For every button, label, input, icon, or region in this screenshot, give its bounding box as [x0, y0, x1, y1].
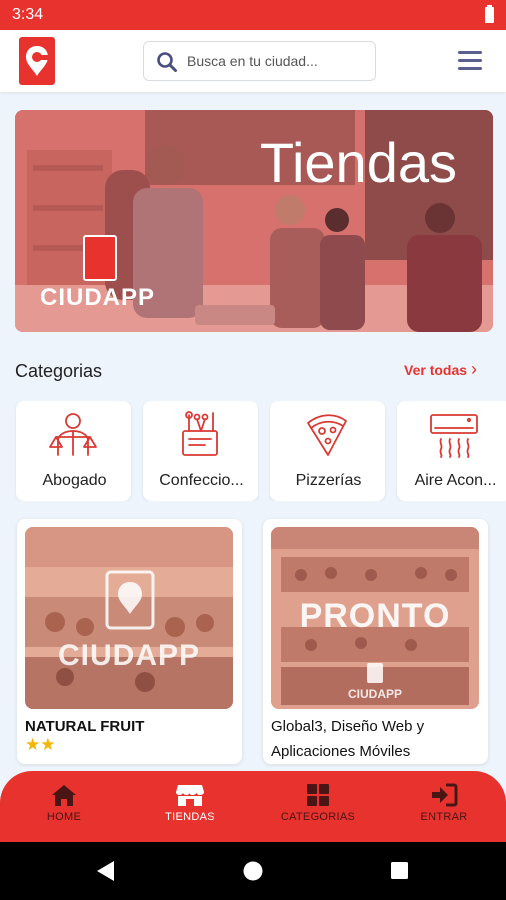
- hamburger-menu-icon[interactable]: [458, 49, 484, 73]
- search-bar[interactable]: [143, 41, 376, 81]
- category-label: Confeccio...: [159, 472, 244, 489]
- chevron-right-icon: ›: [471, 359, 478, 379]
- store-image-brand: CIUDAPP: [347, 687, 402, 701]
- star-icon: ★: [302, 761, 317, 764]
- store-name: NATURAL FRUIT: [25, 718, 145, 735]
- hero-brand-text: CIUDAPP: [40, 284, 156, 311]
- store-icon: [176, 785, 204, 806]
- see-all-label: Ver todas: [404, 362, 468, 378]
- store-name: Global3, Diseño Web y Aplicaciones Móvil…: [271, 718, 425, 760]
- recents-icon: [391, 862, 408, 879]
- store-image-brand: CIUDAPP: [57, 639, 200, 672]
- ciudapp-logo-icon: [83, 235, 117, 281]
- hero-banner[interactable]: Tiendas CIUDAPP: [15, 110, 493, 332]
- star-icon: ★: [317, 761, 332, 764]
- nav-label: ENTRAR: [420, 811, 468, 823]
- hero-title: Tiendas: [259, 131, 457, 194]
- hero-brand: CIUDAPP: [40, 235, 190, 312]
- system-navigation-bar: [0, 842, 506, 900]
- categories-title: Categorias: [15, 361, 103, 381]
- see-all-link[interactable]: Ver todas ›: [404, 359, 478, 379]
- bottom-navigation: HOME TIENDAS CATEGORIAS ENTRAR: [0, 771, 506, 842]
- back-icon: [97, 861, 114, 881]
- home-icon: [52, 785, 76, 806]
- store-image: CIUDAPP: [25, 527, 233, 709]
- air-conditioner-icon: [430, 414, 478, 458]
- ciudapp-logo-icon[interactable]: [19, 37, 55, 85]
- category-card-abogado[interactable]: Abogado: [16, 401, 131, 501]
- nav-categorias[interactable]: CATEGORIAS: [278, 783, 358, 835]
- store-image: PRONTO CIUDAPP: [271, 527, 479, 709]
- nav-home[interactable]: HOME: [28, 783, 100, 835]
- star-icon: ★: [271, 761, 286, 764]
- category-label: Aire Acon...: [414, 472, 497, 489]
- sign-in-icon: [432, 783, 458, 807]
- category-label: Abogado: [42, 472, 107, 489]
- category-card-pizzerias[interactable]: Pizzerías: [270, 401, 385, 501]
- store-card-global3[interactable]: PRONTO CIUDAPP Global3, Diseño Web y Apl…: [263, 519, 488, 764]
- nav-label: TIENDAS: [165, 811, 215, 823]
- pizza-icon: [307, 414, 347, 456]
- star-rating: ★★: [25, 735, 56, 755]
- search-icon: [157, 52, 177, 72]
- category-label: Pizzerías: [295, 472, 362, 489]
- star-icon: ★: [286, 761, 301, 764]
- battery-icon: [485, 5, 494, 23]
- categories-row[interactable]: Abogado Confeccio... Pizzerías Aire Acon…: [0, 401, 506, 501]
- category-card-confeccion[interactable]: Confeccio...: [143, 401, 258, 501]
- nav-label: HOME: [46, 811, 82, 823]
- star-icon: ★: [25, 735, 41, 754]
- nav-label: CATEGORIAS: [280, 811, 356, 823]
- app-header: [0, 30, 506, 92]
- lawyer-icon: [49, 413, 97, 456]
- search-input[interactable]: [187, 50, 367, 72]
- store-card-natural-fruit[interactable]: CIUDAPP NATURAL FRUIT ★★: [17, 519, 242, 764]
- sewing-icon: [182, 411, 218, 456]
- star-icon: ★: [40, 735, 56, 754]
- category-card-aire-acondicionado[interactable]: Aire Acon...: [397, 401, 506, 501]
- nav-tiendas[interactable]: TIENDAS: [154, 783, 226, 835]
- status-bar: 3:34: [0, 0, 506, 30]
- grid-icon: [307, 784, 329, 806]
- star-rating: ★★★★★: [271, 761, 347, 764]
- store-image-title: PRONTO: [299, 597, 451, 635]
- status-time: 3:34: [12, 6, 44, 23]
- nav-entrar[interactable]: ENTRAR: [408, 783, 480, 835]
- home-circle-icon: [243, 861, 263, 881]
- star-icon: ★: [332, 761, 347, 764]
